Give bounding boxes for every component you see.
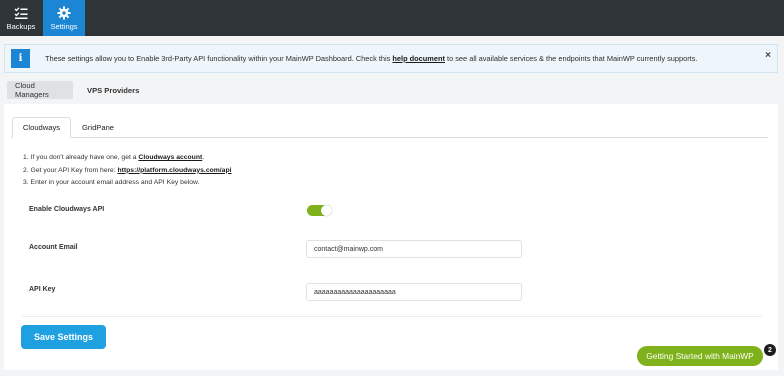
nav-backups[interactable]: Backups bbox=[0, 0, 42, 36]
enable-cloudways-label: Enable Cloudways API bbox=[29, 206, 105, 213]
cloudways-api-link[interactable]: https://platform.cloudways.com/api bbox=[117, 167, 231, 174]
nav-backups-label: Backups bbox=[6, 21, 36, 31]
account-email-field[interactable]: contact@mainwp.com bbox=[306, 240, 522, 258]
top-navigation-bar: Backups Settings bbox=[0, 0, 784, 36]
save-settings-button[interactable]: Save Settings bbox=[21, 325, 106, 349]
close-icon[interactable]: × bbox=[765, 50, 771, 61]
segment-cloud-managers[interactable]: Cloud Managers bbox=[7, 81, 73, 99]
help-document-link[interactable]: help document bbox=[392, 54, 445, 63]
step-3: 3. Enter in your account email address a… bbox=[23, 179, 200, 186]
api-key-field[interactable]: aaaaaaaaaaaaaaaaaaaaa bbox=[306, 283, 522, 301]
tab-cloudways[interactable]: Cloudways bbox=[12, 117, 71, 138]
notice-message: These settings allow you to Enable 3rd-P… bbox=[45, 54, 698, 63]
toggle-knob bbox=[321, 205, 332, 216]
cloudways-account-link[interactable]: Cloudways account bbox=[138, 154, 202, 161]
nav-settings-label: Settings bbox=[50, 21, 78, 31]
enable-cloudways-toggle[interactable] bbox=[307, 205, 332, 216]
api-key-label: API Key bbox=[29, 286, 56, 293]
account-email-label: Account Email bbox=[29, 244, 78, 251]
notification-count-badge: 2 bbox=[764, 344, 776, 356]
settings-panel bbox=[4, 104, 778, 370]
info-notice: i These settings allow you to Enable 3rd… bbox=[4, 44, 778, 73]
gear-icon bbox=[57, 6, 71, 19]
setup-steps: 1. If you don't already have one, get a … bbox=[23, 152, 232, 190]
tab-gridpane[interactable]: GridPane bbox=[82, 117, 114, 137]
getting-started-button[interactable]: Getting Started with MainWP bbox=[637, 346, 763, 366]
divider bbox=[22, 316, 762, 317]
step-2: 2. Get your API Key from here: https://p… bbox=[23, 166, 232, 174]
list-check-icon bbox=[14, 6, 28, 19]
step-1: 1. If you don't already have one, get a … bbox=[23, 154, 205, 161]
nav-settings[interactable]: Settings bbox=[43, 0, 85, 36]
info-icon: i bbox=[11, 49, 30, 68]
provider-tabs: Cloudways GridPane bbox=[11, 117, 768, 138]
segment-vps-providers[interactable]: VPS Providers bbox=[79, 81, 147, 99]
